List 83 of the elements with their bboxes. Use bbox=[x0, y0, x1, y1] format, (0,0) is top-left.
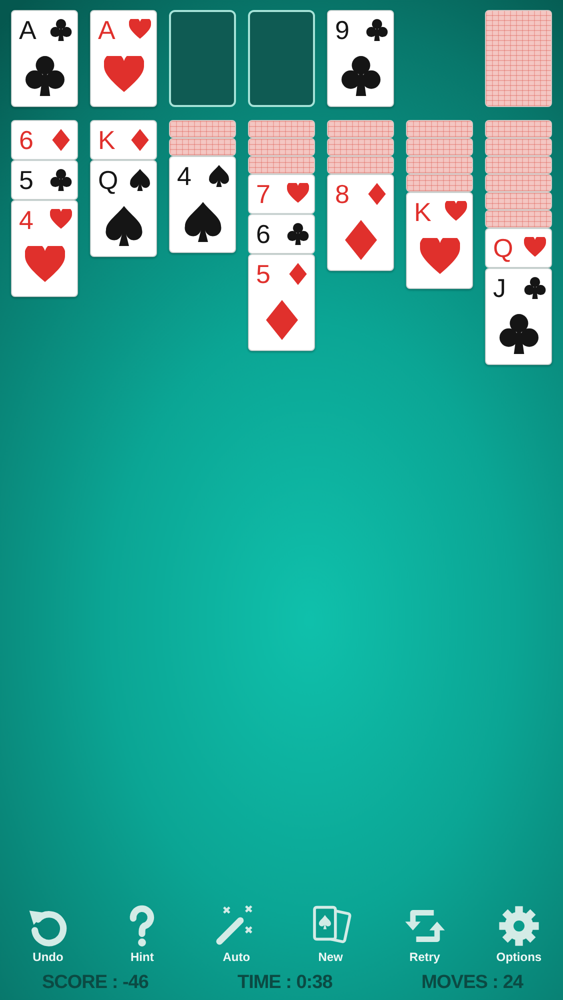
card-back bbox=[485, 192, 552, 210]
card-rank: 4 bbox=[19, 207, 34, 233]
diamond-icon bbox=[366, 183, 388, 205]
card-back bbox=[327, 156, 394, 174]
card-rank: A bbox=[19, 17, 36, 43]
card-back bbox=[169, 120, 236, 138]
playing-card[interactable]: Q bbox=[90, 160, 157, 257]
card-rank: 6 bbox=[19, 127, 34, 153]
card-back bbox=[406, 138, 473, 156]
card-back bbox=[169, 138, 236, 156]
card-back bbox=[485, 138, 552, 156]
club-icon bbox=[287, 223, 309, 245]
playing-card[interactable]: 6 bbox=[248, 214, 315, 254]
undo-button[interactable]: Undo bbox=[18, 904, 78, 964]
empty-slot[interactable] bbox=[169, 10, 236, 107]
club-icon bbox=[50, 169, 72, 191]
card-rank: 8 bbox=[335, 181, 350, 207]
new-button[interactable]: New bbox=[300, 904, 361, 964]
spade-icon bbox=[208, 165, 230, 187]
spade-icon bbox=[129, 169, 151, 191]
diamond-icon bbox=[287, 263, 309, 285]
card-back bbox=[248, 120, 315, 138]
card-rank: 9 bbox=[335, 17, 350, 43]
card-back bbox=[485, 120, 552, 138]
club-icon bbox=[524, 277, 546, 299]
card-rank: J bbox=[493, 275, 506, 301]
status-text: SCORE : -46 bbox=[42, 972, 148, 994]
club-icon bbox=[366, 19, 388, 41]
playing-card[interactable]: 5 bbox=[11, 160, 78, 200]
playing-card[interactable]: 6 bbox=[11, 120, 78, 160]
playing-card[interactable]: K bbox=[406, 192, 473, 289]
heart-icon bbox=[50, 209, 72, 231]
playing-card[interactable]: 7 bbox=[248, 174, 315, 214]
settings-icon bbox=[496, 904, 541, 948]
hint-button[interactable]: Hint bbox=[112, 904, 172, 964]
auto-button[interactable]: Auto bbox=[206, 904, 266, 964]
card-rank: Q bbox=[98, 167, 118, 193]
playing-card[interactable]: 8 bbox=[327, 174, 394, 271]
club-icon bbox=[340, 56, 380, 96]
heart-icon bbox=[287, 183, 309, 205]
club-icon bbox=[24, 56, 64, 96]
status-text: MOVES : 24 bbox=[421, 972, 523, 994]
card-rank: K bbox=[414, 199, 432, 225]
playing-card[interactable]: Q bbox=[485, 228, 552, 268]
club-icon bbox=[498, 314, 538, 354]
card-rank: K bbox=[98, 127, 116, 153]
card-back bbox=[406, 156, 473, 174]
diamond-icon bbox=[50, 129, 72, 151]
card-rank: 7 bbox=[256, 181, 270, 207]
card-rank: 4 bbox=[177, 163, 192, 189]
card-back bbox=[485, 174, 552, 192]
card-rank: A bbox=[98, 17, 116, 43]
spade-icon bbox=[104, 206, 144, 246]
spade-icon bbox=[182, 202, 222, 242]
empty-slot[interactable] bbox=[248, 10, 315, 107]
heart-icon bbox=[445, 201, 467, 223]
card-back bbox=[327, 120, 394, 138]
heart-icon bbox=[129, 19, 151, 41]
club-icon bbox=[50, 19, 72, 41]
card-back bbox=[485, 156, 552, 174]
card-rank: 6 bbox=[256, 221, 270, 247]
playing-card[interactable]: 4 bbox=[11, 200, 78, 297]
playing-card[interactable]: A bbox=[90, 10, 157, 107]
options-button[interactable]: Options bbox=[488, 904, 549, 964]
card-rank: 5 bbox=[19, 167, 34, 193]
card-back bbox=[327, 138, 394, 156]
card-rank: 5 bbox=[256, 261, 270, 287]
card-back bbox=[406, 120, 473, 138]
status-text: TIME : 0:38 bbox=[237, 972, 332, 994]
playing-card[interactable]: K bbox=[90, 120, 157, 160]
card-back bbox=[248, 156, 315, 174]
card-back bbox=[485, 210, 552, 228]
heart-icon bbox=[524, 237, 546, 259]
diamond-icon bbox=[129, 129, 151, 151]
card-rank: Q bbox=[493, 235, 514, 261]
card-back bbox=[406, 174, 473, 192]
playing-card[interactable]: 5 bbox=[248, 254, 315, 351]
playing-card[interactable]: 9 bbox=[327, 10, 394, 107]
card-back bbox=[248, 138, 315, 156]
retry-button[interactable]: Retry bbox=[394, 904, 455, 964]
playing-card[interactable]: J bbox=[485, 268, 552, 365]
playing-card[interactable]: 4 bbox=[169, 156, 236, 253]
playing-card[interactable]: A bbox=[11, 10, 78, 107]
